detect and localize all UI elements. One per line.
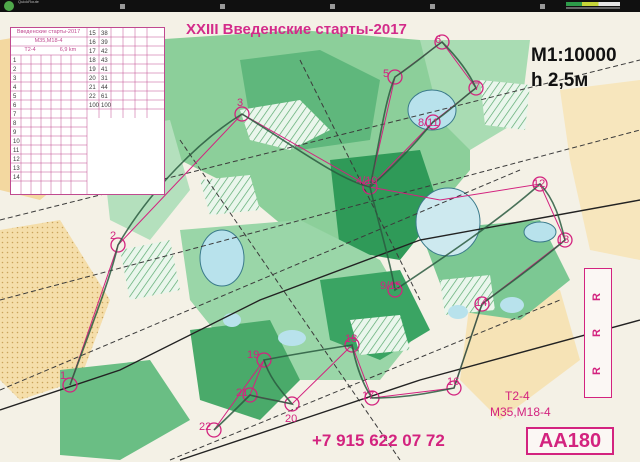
side-mark: R	[590, 293, 603, 301]
legend-row-number: 1	[13, 58, 17, 64]
control-label: 1	[60, 370, 67, 382]
course-code: AA180	[526, 427, 614, 455]
control-label: 20	[285, 413, 298, 425]
side-marks-box: R R R	[584, 268, 612, 398]
legend-row-number: 16	[89, 40, 96, 46]
legend-row-number: 15	[89, 31, 96, 37]
progress-strip-underline	[566, 7, 620, 9]
legend-control-code: 43	[101, 58, 108, 64]
legend-row-number: 18	[89, 58, 96, 64]
legend-length: 6,9 km	[59, 47, 77, 53]
legend-row-number: 12	[13, 157, 20, 163]
legend-control-code: 31	[101, 76, 108, 82]
control-label: 5	[383, 68, 390, 80]
control-label: 22	[199, 421, 212, 433]
legend-row-number: 6	[13, 103, 17, 109]
legend-row-number: 14	[13, 175, 20, 181]
map-scale: M1:10000	[531, 45, 617, 66]
legend-row-number: 3	[13, 76, 17, 82]
control-label: 18	[345, 333, 358, 345]
legend-row-number: 7	[13, 112, 17, 118]
toolbar-dot-icon	[430, 4, 435, 9]
legend-course: T2-4	[24, 47, 36, 53]
toolbar-dot-icon	[220, 4, 225, 9]
legend-title: Введенские старты-2017	[16, 29, 81, 35]
legend-control-code: 42	[101, 49, 108, 55]
control-label: 19	[247, 349, 260, 361]
toolbar-dot-icon	[120, 4, 125, 9]
control-label: 6	[435, 34, 442, 46]
orienteering-map: QuickRoute 1 2 3 4 5 6 7 8 9 10 11 12 13…	[0, 0, 640, 462]
control-label: 2	[110, 230, 117, 242]
legend-control-code: 44	[101, 85, 108, 91]
legend-row-number: 20	[89, 76, 96, 82]
legend-control-code: 41	[101, 67, 108, 73]
legend-row-number: 19	[89, 67, 96, 73]
legend-row-number: 100	[89, 103, 100, 109]
control-label: 8/11	[418, 117, 439, 129]
control-label: 14	[475, 297, 488, 309]
side-mark: R	[590, 367, 603, 375]
control-label: 7	[474, 81, 481, 93]
contour-interval: h 2,5м	[531, 70, 589, 91]
legend-row-number: 11	[13, 148, 20, 154]
control-label: 12	[533, 178, 546, 190]
toolbar-dot-icon	[330, 4, 335, 9]
control-label: 4/10	[356, 175, 378, 187]
legend-control-code: 100	[101, 103, 112, 109]
legend-row-number: 17	[89, 49, 96, 55]
control-label: 16	[447, 376, 460, 388]
contact-phone: +7 915 622 07 72	[312, 431, 445, 450]
legend-row-number: 10	[13, 139, 20, 145]
legend-row-number: 8	[13, 121, 17, 127]
control-label: 9/15	[380, 280, 402, 292]
legend-row-number: 4	[13, 85, 17, 91]
app-top-bar: QuickRoute	[0, 0, 640, 12]
control-label: 17	[362, 390, 375, 402]
legend-control-code: 38	[101, 31, 108, 37]
control-description-sheet: 1 2 3 4 5 6 7 8 9 10 11 12 13 14 15 38 16 39 17 42 18 43 19 41…	[10, 27, 165, 195]
control-label: 21	[236, 387, 249, 399]
app-name: QuickRoute	[18, 0, 39, 4]
legend-row-number: 5	[13, 94, 17, 100]
legend-row-number: 21	[89, 85, 96, 91]
progress-strip	[566, 2, 620, 6]
app-logo-icon	[4, 1, 14, 11]
toolbar-dot-icon	[540, 4, 545, 9]
legend-row-number: 2	[13, 67, 17, 73]
legend-class: M35,M18-4	[34, 38, 63, 44]
legend-row-number: 9	[13, 130, 17, 136]
side-mark: R	[590, 329, 603, 337]
legend-row-number: 22	[89, 94, 96, 100]
legend-row-number: 13	[13, 166, 20, 172]
legend-control-code: 61	[101, 94, 108, 100]
event-title: XXIII Введенские старты-2017	[186, 21, 407, 38]
legend-control-code: 39	[101, 40, 108, 46]
control-label: 13	[557, 234, 570, 246]
class-line-1: T2-4	[505, 389, 530, 403]
control-label: 3	[237, 97, 244, 109]
class-line-2: M35,M18-4	[490, 405, 551, 419]
